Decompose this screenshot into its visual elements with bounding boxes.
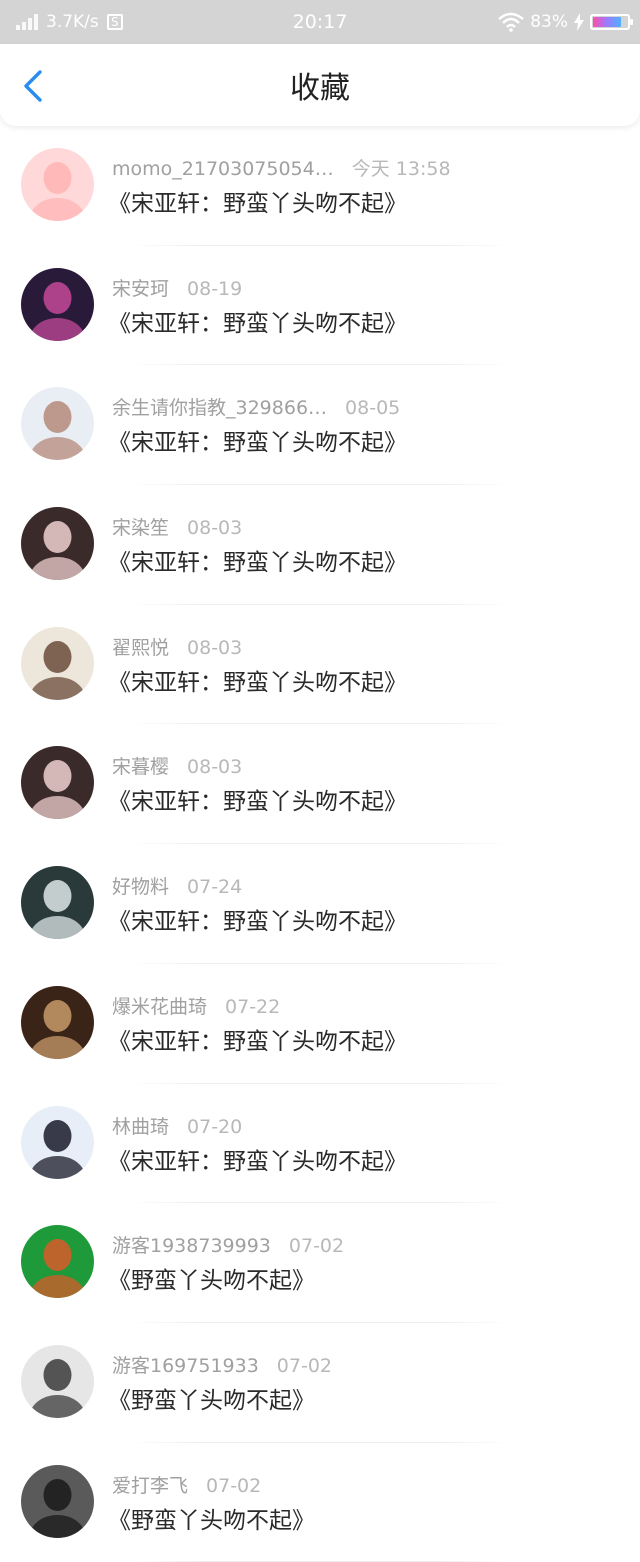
story-title[interactable]: 《宋亚轩：野蛮丫头吻不起》 [108, 423, 407, 457]
item-meta: 林曲琦 07-20 [112, 1112, 242, 1139]
list-item[interactable]: momo_21703075054… 今天 13:58 《宋亚轩：野蛮丫头吻不起》 [0, 126, 640, 246]
author-name[interactable]: 翟熙悦 [112, 633, 169, 660]
item-meta: 好物料 07-24 [112, 872, 242, 899]
item-meta: 宋暮樱 08-03 [112, 752, 242, 779]
list-item[interactable]: 翟熙悦 08-03 《宋亚轩：野蛮丫头吻不起》 [0, 605, 640, 725]
list-item[interactable]: 林曲琦 07-20 《宋亚轩：野蛮丫头吻不起》 [0, 1084, 640, 1204]
avatar[interactable] [21, 1464, 94, 1538]
story-title[interactable]: 《宋亚轩：野蛮丫头吻不起》 [108, 543, 407, 577]
item-date: 07-24 [187, 876, 243, 899]
story-title[interactable]: 《宋亚轩：野蛮丫头吻不起》 [108, 1142, 407, 1176]
list-item[interactable]: 宋染笙 08-03 《宋亚轩：野蛮丫头吻不起》 [0, 485, 640, 605]
avatar[interactable] [21, 267, 94, 341]
story-title[interactable]: 《宋亚轩：野蛮丫头吻不起》 [108, 902, 407, 936]
list-item[interactable]: 游客1938739993 07-02 《野蛮丫头吻不起》 [0, 1203, 640, 1323]
charging-icon [574, 13, 584, 31]
favorites-list: momo_21703075054… 今天 13:58 《宋亚轩：野蛮丫头吻不起》 宋安… [0, 126, 640, 1562]
author-name[interactable]: 好物料 [112, 872, 169, 899]
item-meta: 游客1938739993 07-02 [112, 1231, 344, 1258]
wifi-icon [498, 12, 524, 32]
item-meta: 宋安珂 08-19 [112, 274, 242, 301]
author-name[interactable]: 爆米花曲琦 [112, 992, 207, 1019]
item-meta: 爆米花曲琦 07-22 [112, 992, 280, 1019]
item-date: 08-19 [187, 277, 243, 300]
list-item[interactable]: 好物料 07-24 《宋亚轩：野蛮丫头吻不起》 [0, 844, 640, 964]
avatar[interactable] [21, 985, 94, 1059]
item-date: 08-05 [345, 397, 401, 420]
battery-fill [593, 17, 621, 27]
list-item[interactable]: 宋暮樱 08-03 《宋亚轩：野蛮丫头吻不起》 [0, 724, 640, 845]
avatar[interactable] [21, 1225, 94, 1299]
item-date: 07-20 [187, 1115, 243, 1138]
item-date: 07-22 [225, 995, 281, 1018]
item-date: 08-03 [187, 517, 243, 540]
author-name[interactable]: 宋染笙 [112, 513, 169, 540]
battery-percent: 83% [530, 12, 568, 32]
story-title[interactable]: 《野蛮丫头吻不起》 [108, 1261, 315, 1295]
list-item[interactable]: 爱打李飞 07-02 《野蛮丫头吻不起》 [0, 1443, 640, 1562]
page-title: 收藏 [290, 71, 350, 106]
avatar[interactable] [21, 148, 94, 221]
story-title[interactable]: 《野蛮丫头吻不起》 [108, 1381, 315, 1415]
story-title[interactable]: 《宋亚轩：野蛮丫头吻不起》 [108, 1022, 407, 1056]
list-item[interactable]: 余生请你指教_329866… 08-05 《宋亚轩：野蛮丫头吻不起》 [0, 365, 640, 486]
author-name[interactable]: 余生请你指教_329866… [112, 393, 327, 420]
story-title[interactable]: 《宋亚轩：野蛮丫头吻不起》 [108, 184, 407, 218]
item-meta: 游客169751933 07-02 [112, 1351, 332, 1378]
author-name[interactable]: 爱打李飞 [112, 1471, 188, 1498]
avatar[interactable] [21, 626, 94, 700]
story-title[interactable]: 《宋亚轩：野蛮丫头吻不起》 [108, 782, 407, 816]
item-date: 07-02 [276, 1354, 333, 1377]
item-meta: momo_21703075054… 今天 13:58 [112, 154, 451, 181]
item-date: 07-02 [206, 1474, 262, 1497]
item-date: 08-03 [187, 756, 243, 779]
list-item[interactable]: 宋安珂 08-19 《宋亚轩：野蛮丫头吻不起》 [0, 246, 640, 366]
status-bar: 3.7K/s S 20:17 83% [0, 0, 640, 44]
author-name[interactable]: 游客169751933 [112, 1351, 259, 1378]
item-date: 今天 13:58 [351, 158, 451, 180]
status-right: 83% [498, 0, 633, 44]
item-meta: 翟熙悦 08-03 [112, 633, 242, 660]
avatar[interactable] [21, 746, 94, 820]
header: 收藏 [0, 44, 640, 126]
avatar[interactable] [21, 1105, 94, 1179]
avatar[interactable] [21, 1344, 94, 1418]
author-name[interactable]: 宋暮樱 [112, 752, 169, 779]
author-name[interactable]: 宋安珂 [112, 274, 169, 301]
story-title[interactable]: 《宋亚轩：野蛮丫头吻不起》 [108, 663, 407, 697]
item-meta: 宋染笙 08-03 [112, 513, 242, 540]
item-meta: 爱打李飞 07-02 [112, 1471, 261, 1498]
list-item[interactable]: 游客169751933 07-02 《野蛮丫头吻不起》 [0, 1323, 640, 1443]
avatar[interactable] [21, 507, 94, 581]
avatar[interactable] [21, 387, 94, 461]
battery-icon [590, 14, 633, 30]
author-name[interactable]: 林曲琦 [112, 1112, 169, 1139]
list-item[interactable]: 爆米花曲琦 07-22 《宋亚轩：野蛮丫头吻不起》 [0, 964, 640, 1084]
item-date: 08-03 [187, 636, 243, 659]
avatar[interactable] [21, 866, 94, 940]
item-date: 07-02 [288, 1235, 345, 1258]
story-title[interactable]: 《宋亚轩：野蛮丫头吻不起》 [108, 304, 407, 338]
story-title[interactable]: 《野蛮丫头吻不起》 [108, 1501, 315, 1535]
author-name[interactable]: 游客1938739993 [112, 1231, 271, 1258]
author-name[interactable]: momo_21703075054… [112, 158, 334, 180]
item-meta: 余生请你指教_329866… 08-05 [112, 393, 400, 420]
